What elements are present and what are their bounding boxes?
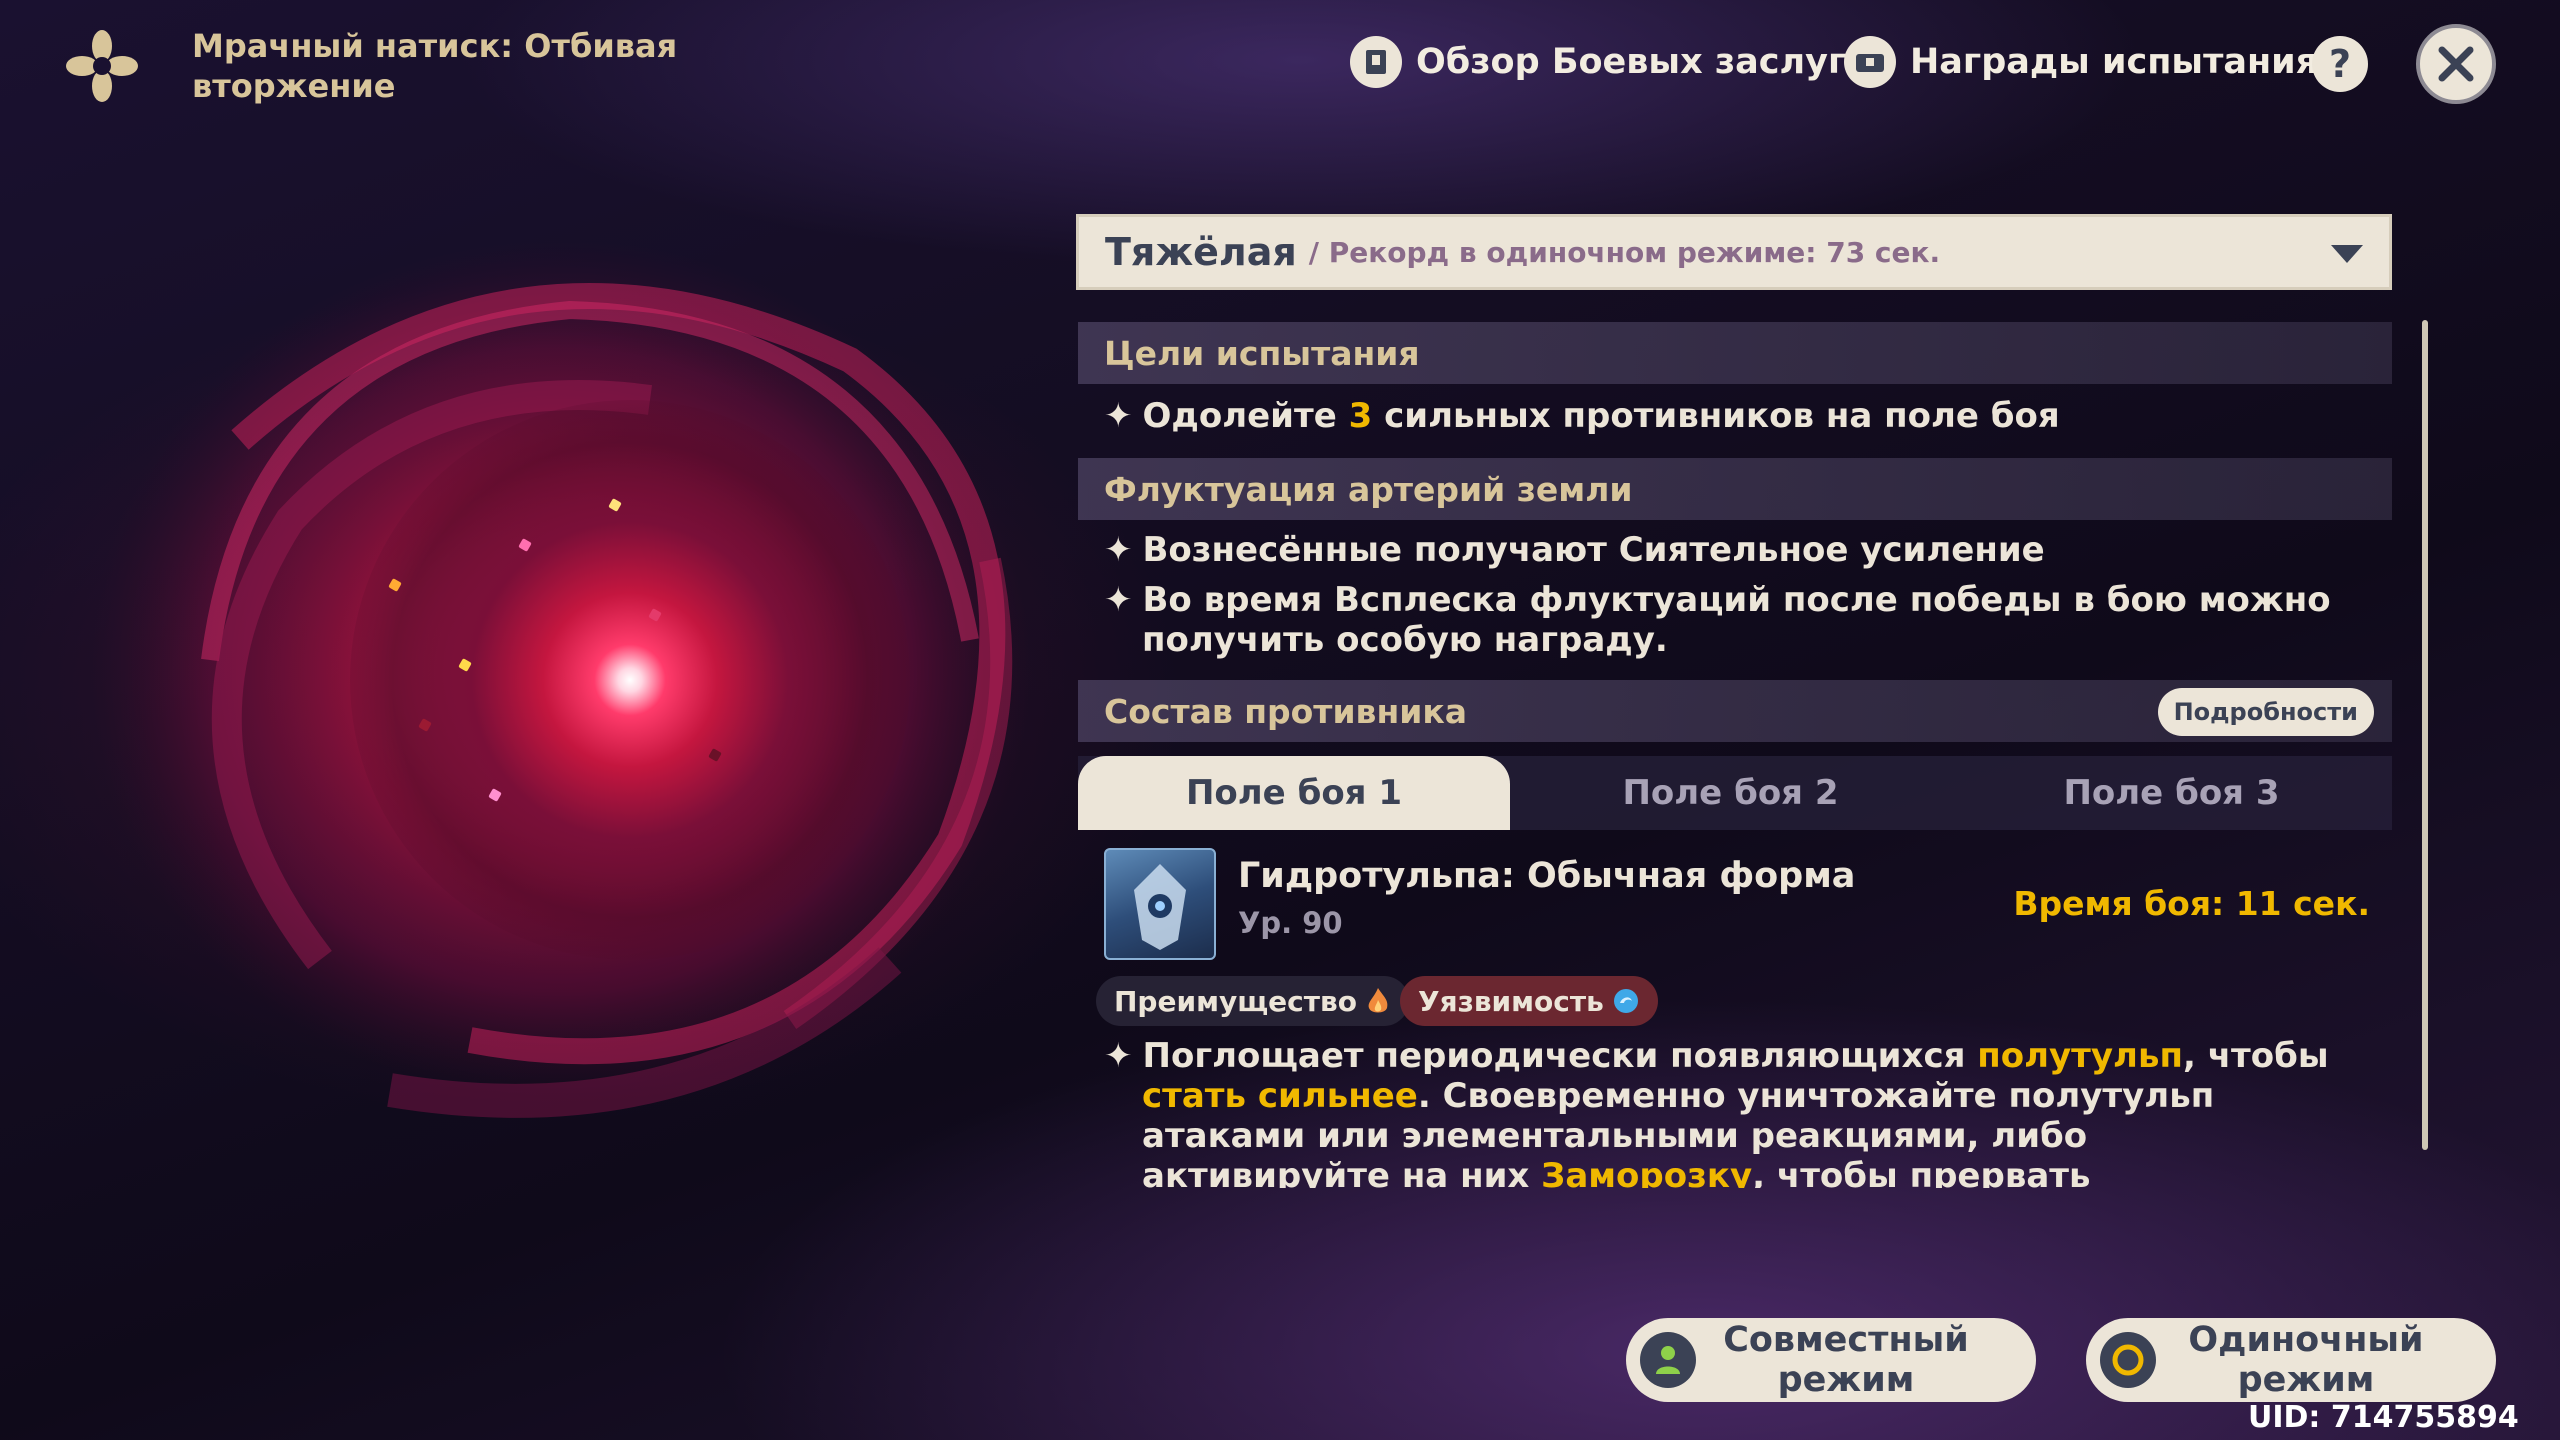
solo-mode-button[interactable]: Одиночный режим: [2086, 1318, 2496, 1402]
battle-time: Время боя: 11 сек.: [2013, 884, 2370, 923]
sparkle-icon: ✦: [1104, 1036, 1133, 1076]
fluctuation-text-1: Вознесённые получают Сиятельное усиление: [1142, 530, 2045, 570]
fluctuation-text-2: Во время Всплеска флуктуаций после побед…: [1142, 580, 2331, 660]
fluctuation-line-1: ✦ Вознесённые получают Сиятельное усилени…: [1104, 530, 2045, 570]
objective-line: ✦ Одолейте 3 сильных противников на поле …: [1104, 396, 2060, 436]
objective-text-post: сильных противников на поле боя: [1372, 396, 2060, 436]
coop-icon: [1640, 1332, 1696, 1388]
challenge-rewards-label: Награды испытания: [1910, 42, 2319, 82]
abyss-vortex-art: [90, 140, 1090, 1140]
objective-text-pre: Одолейте: [1142, 396, 1349, 436]
battle-merits-button[interactable]: Обзор Боевых заслуг: [1350, 36, 1846, 88]
advantage-label: Преимущество: [1114, 984, 1357, 1018]
sparkle-icon: ✦: [1104, 530, 1133, 570]
desc-text-2: , чтобы: [2182, 1036, 2329, 1076]
fluctuation-line-2: ✦ Во время Всплеска флуктуаций после побе…: [1104, 580, 2334, 660]
details-button[interactable]: Подробности: [2157, 688, 2374, 736]
battlefield-tabs: Поле боя 1 Поле боя 2 Поле боя 3: [1078, 756, 2392, 830]
close-button[interactable]: [2416, 24, 2496, 104]
battle-merits-label: Обзор Боевых заслуг: [1416, 42, 1847, 82]
enemy-lineup-title: Состав противника: [1104, 691, 1468, 731]
domain-title: Мрачный натиск: Отбивая вторжение: [192, 27, 678, 105]
vulnerability-tag[interactable]: Уязвимость: [1400, 976, 1658, 1026]
tab-battlefield-3[interactable]: Поле боя 3: [1951, 756, 2392, 830]
challenge-rewards-button[interactable]: Награды испытания: [1844, 36, 2318, 88]
solo-mode-label: Одиночный режим: [2188, 1320, 2424, 1400]
enemy-description: ✦ Поглощает периодически появляющихся пол…: [1104, 1036, 2344, 1188]
chest-icon: [1844, 36, 1896, 88]
tab-battlefield-2[interactable]: Поле боя 2: [1510, 756, 1951, 830]
coop-mode-button[interactable]: Совместный режим: [1626, 1318, 2036, 1402]
sparkle-icon: ✦: [1104, 580, 1133, 620]
vulnerability-label: Уязвимость: [1418, 984, 1604, 1018]
chevron-down-icon: [2331, 245, 2363, 263]
enemy-portrait[interactable]: [1104, 848, 1216, 960]
help-icon: ?: [2328, 42, 2352, 86]
solo-record: / Рекорд в одиночном режиме: 73 сек.: [1308, 235, 1941, 269]
coop-mode-label: Совместный режим: [1723, 1320, 1969, 1400]
hydro-icon: [1613, 989, 1638, 1013]
player-uid: UID: 714755894: [2248, 1400, 2519, 1435]
desc-highlight-2: стать сильнее: [1142, 1076, 1418, 1116]
difficulty-level: Тяжёлая: [1105, 230, 1297, 274]
challenge-info-panel[interactable]: Цели испытания ✦ Одолейте 3 сильных проти…: [1078, 318, 2392, 1188]
tab-battlefield-1[interactable]: Поле боя 1: [1078, 756, 1510, 830]
enemy-level: Ур. 90: [1238, 906, 1343, 940]
desc-highlight-3: Заморозку: [1541, 1156, 1753, 1188]
enemy-name: Гидротульпа: Обычная форма: [1238, 856, 1856, 896]
help-button[interactable]: ?: [2312, 36, 2368, 92]
pyro-icon: [1368, 988, 1388, 1013]
enemy-lineup-header: Состав противника Подробности: [1078, 680, 2392, 742]
solo-icon: [2100, 1332, 2156, 1388]
desc-highlight-1: полутульп: [1977, 1036, 2183, 1076]
fluctuation-header: Флуктуация артерий земли: [1078, 458, 2392, 520]
objectives-header: Цели испытания: [1078, 322, 2392, 384]
objective-count: 3: [1348, 396, 1373, 436]
sparkle-icon: ✦: [1104, 396, 1133, 436]
close-icon: [2438, 46, 2474, 82]
advantage-tag[interactable]: Преимущество: [1096, 976, 1409, 1026]
desc-text-1: Поглощает периодически появляющихся: [1142, 1036, 1978, 1076]
panel-scrollbar[interactable]: [2422, 320, 2428, 1150]
difficulty-dropdown[interactable]: Тяжёлая / Рекорд в одиночном режиме: 73 …: [1076, 214, 2392, 290]
abyss-flower-icon: [66, 30, 138, 102]
fluctuation-title: Флуктуация артерий земли: [1104, 469, 1633, 509]
objectives-title: Цели испытания: [1104, 333, 1420, 373]
book-icon: [1350, 36, 1402, 88]
